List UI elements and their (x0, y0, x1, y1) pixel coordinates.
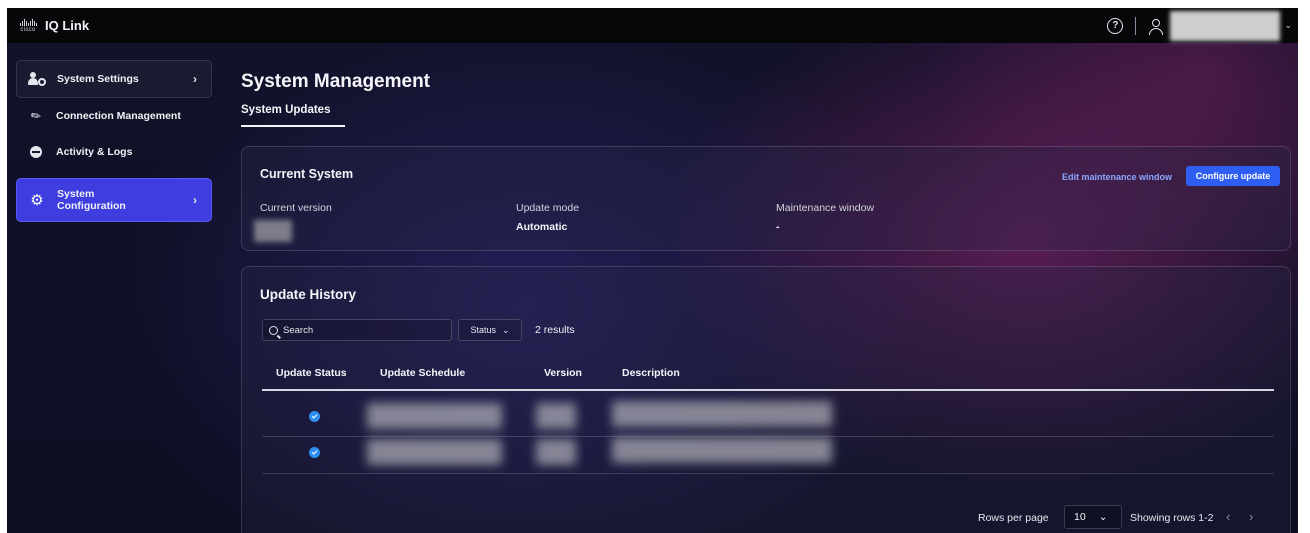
chevron-down-icon: ⌄ (1098, 511, 1108, 523)
current-system-card: Current System Edit maintenance window C… (241, 146, 1291, 251)
plug-icon: ✎ (27, 107, 45, 125)
description-redacted (612, 401, 832, 427)
check-circle-icon (309, 411, 320, 422)
chevron-down-icon: ⌄ (501, 324, 510, 335)
status-filter-dropdown[interactable]: Status ⌄ (458, 319, 522, 341)
user-name-redacted[interactable] (1170, 10, 1281, 41)
maintenance-window-label: Maintenance window (776, 202, 875, 214)
rows-per-page-select[interactable]: 10 ⌄ (1064, 505, 1122, 529)
sidebar-item-system-settings[interactable]: System Settings › (16, 60, 212, 98)
current-version-value-redacted (254, 220, 292, 242)
user-icon[interactable] (1148, 18, 1164, 35)
help-circle-icon[interactable]: ? (1107, 17, 1124, 34)
maintenance-window-value: - (776, 221, 780, 233)
update-history-card: Update History Status ⌄ 2 results Update… (241, 266, 1291, 533)
cisco-logo: cisco (17, 18, 39, 33)
update-schedule-redacted (367, 439, 502, 465)
rows-per-page-label: Rows per page (978, 512, 1049, 524)
row-divider (262, 473, 1274, 474)
column-header-update-status[interactable]: Update Status (276, 367, 347, 379)
results-count: 2 results (535, 324, 575, 336)
divider (1135, 16, 1137, 35)
column-header-update-schedule[interactable]: Update Schedule (380, 367, 465, 379)
sidebar-item-connection-management[interactable]: ✎ Connection Management (16, 98, 212, 134)
chevron-down-icon[interactable]: ⌄ (1284, 20, 1292, 31)
top-bar: cisco IQ Link ? ⌄ (7, 8, 1298, 43)
page-title: System Management (241, 71, 431, 92)
sidebar-item-system-configuration[interactable]: ⚙ System Configuration › (16, 178, 212, 222)
showing-rows-text: Showing rows 1-2 (1130, 512, 1214, 524)
sidebar: System Settings › ✎ Connection Managemen… (16, 60, 212, 222)
update-schedule-redacted (367, 403, 502, 429)
search-input[interactable] (283, 324, 443, 336)
current-version-label: Current version (260, 202, 332, 214)
check-circle-icon (309, 447, 320, 458)
description-redacted (612, 437, 832, 463)
table-header-divider (262, 389, 1274, 391)
sidebar-item-label: System Settings (57, 73, 139, 85)
search-icon (269, 325, 278, 335)
app-window: cisco IQ Link ? ⌄ System Settings › ✎ Co… (7, 8, 1298, 533)
tab-system-updates[interactable]: System Updates (241, 104, 330, 116)
chevron-right-icon: › (193, 72, 197, 86)
cisco-logo-text: cisco (20, 26, 36, 33)
next-page-icon[interactable]: › (1249, 509, 1253, 524)
version-redacted (536, 439, 576, 465)
chevron-right-icon: › (193, 193, 197, 207)
sidebar-item-label: System Configuration (57, 188, 126, 212)
column-header-version[interactable]: Version (544, 367, 582, 379)
configure-update-button[interactable]: Configure update (1186, 166, 1280, 186)
rows-per-page-value: 10 (1074, 511, 1086, 523)
app-name: IQ Link (45, 18, 90, 33)
sidebar-item-label: Activity & Logs (56, 146, 133, 158)
update-mode-label: Update mode (516, 202, 580, 214)
gear-icon: ⚙ (30, 192, 44, 209)
column-header-description[interactable]: Description (622, 367, 680, 379)
status-filter-label: Status (470, 325, 496, 335)
users-gear-icon (27, 72, 47, 86)
prev-page-icon[interactable]: ‹ (1226, 509, 1230, 524)
update-mode-value: Automatic (516, 221, 568, 233)
activity-icon (26, 146, 46, 158)
sidebar-item-activity-logs[interactable]: Activity & Logs (16, 134, 212, 170)
brand[interactable]: cisco IQ Link (17, 18, 89, 33)
search-box[interactable] (262, 319, 452, 341)
card-title: Update History (260, 287, 357, 302)
sidebar-item-label: Connection Management (56, 110, 181, 122)
version-redacted (536, 403, 576, 429)
active-tab-indicator (241, 125, 345, 127)
card-title: Current System (260, 167, 354, 181)
edit-maintenance-window-link[interactable]: Edit maintenance window (1062, 172, 1172, 182)
